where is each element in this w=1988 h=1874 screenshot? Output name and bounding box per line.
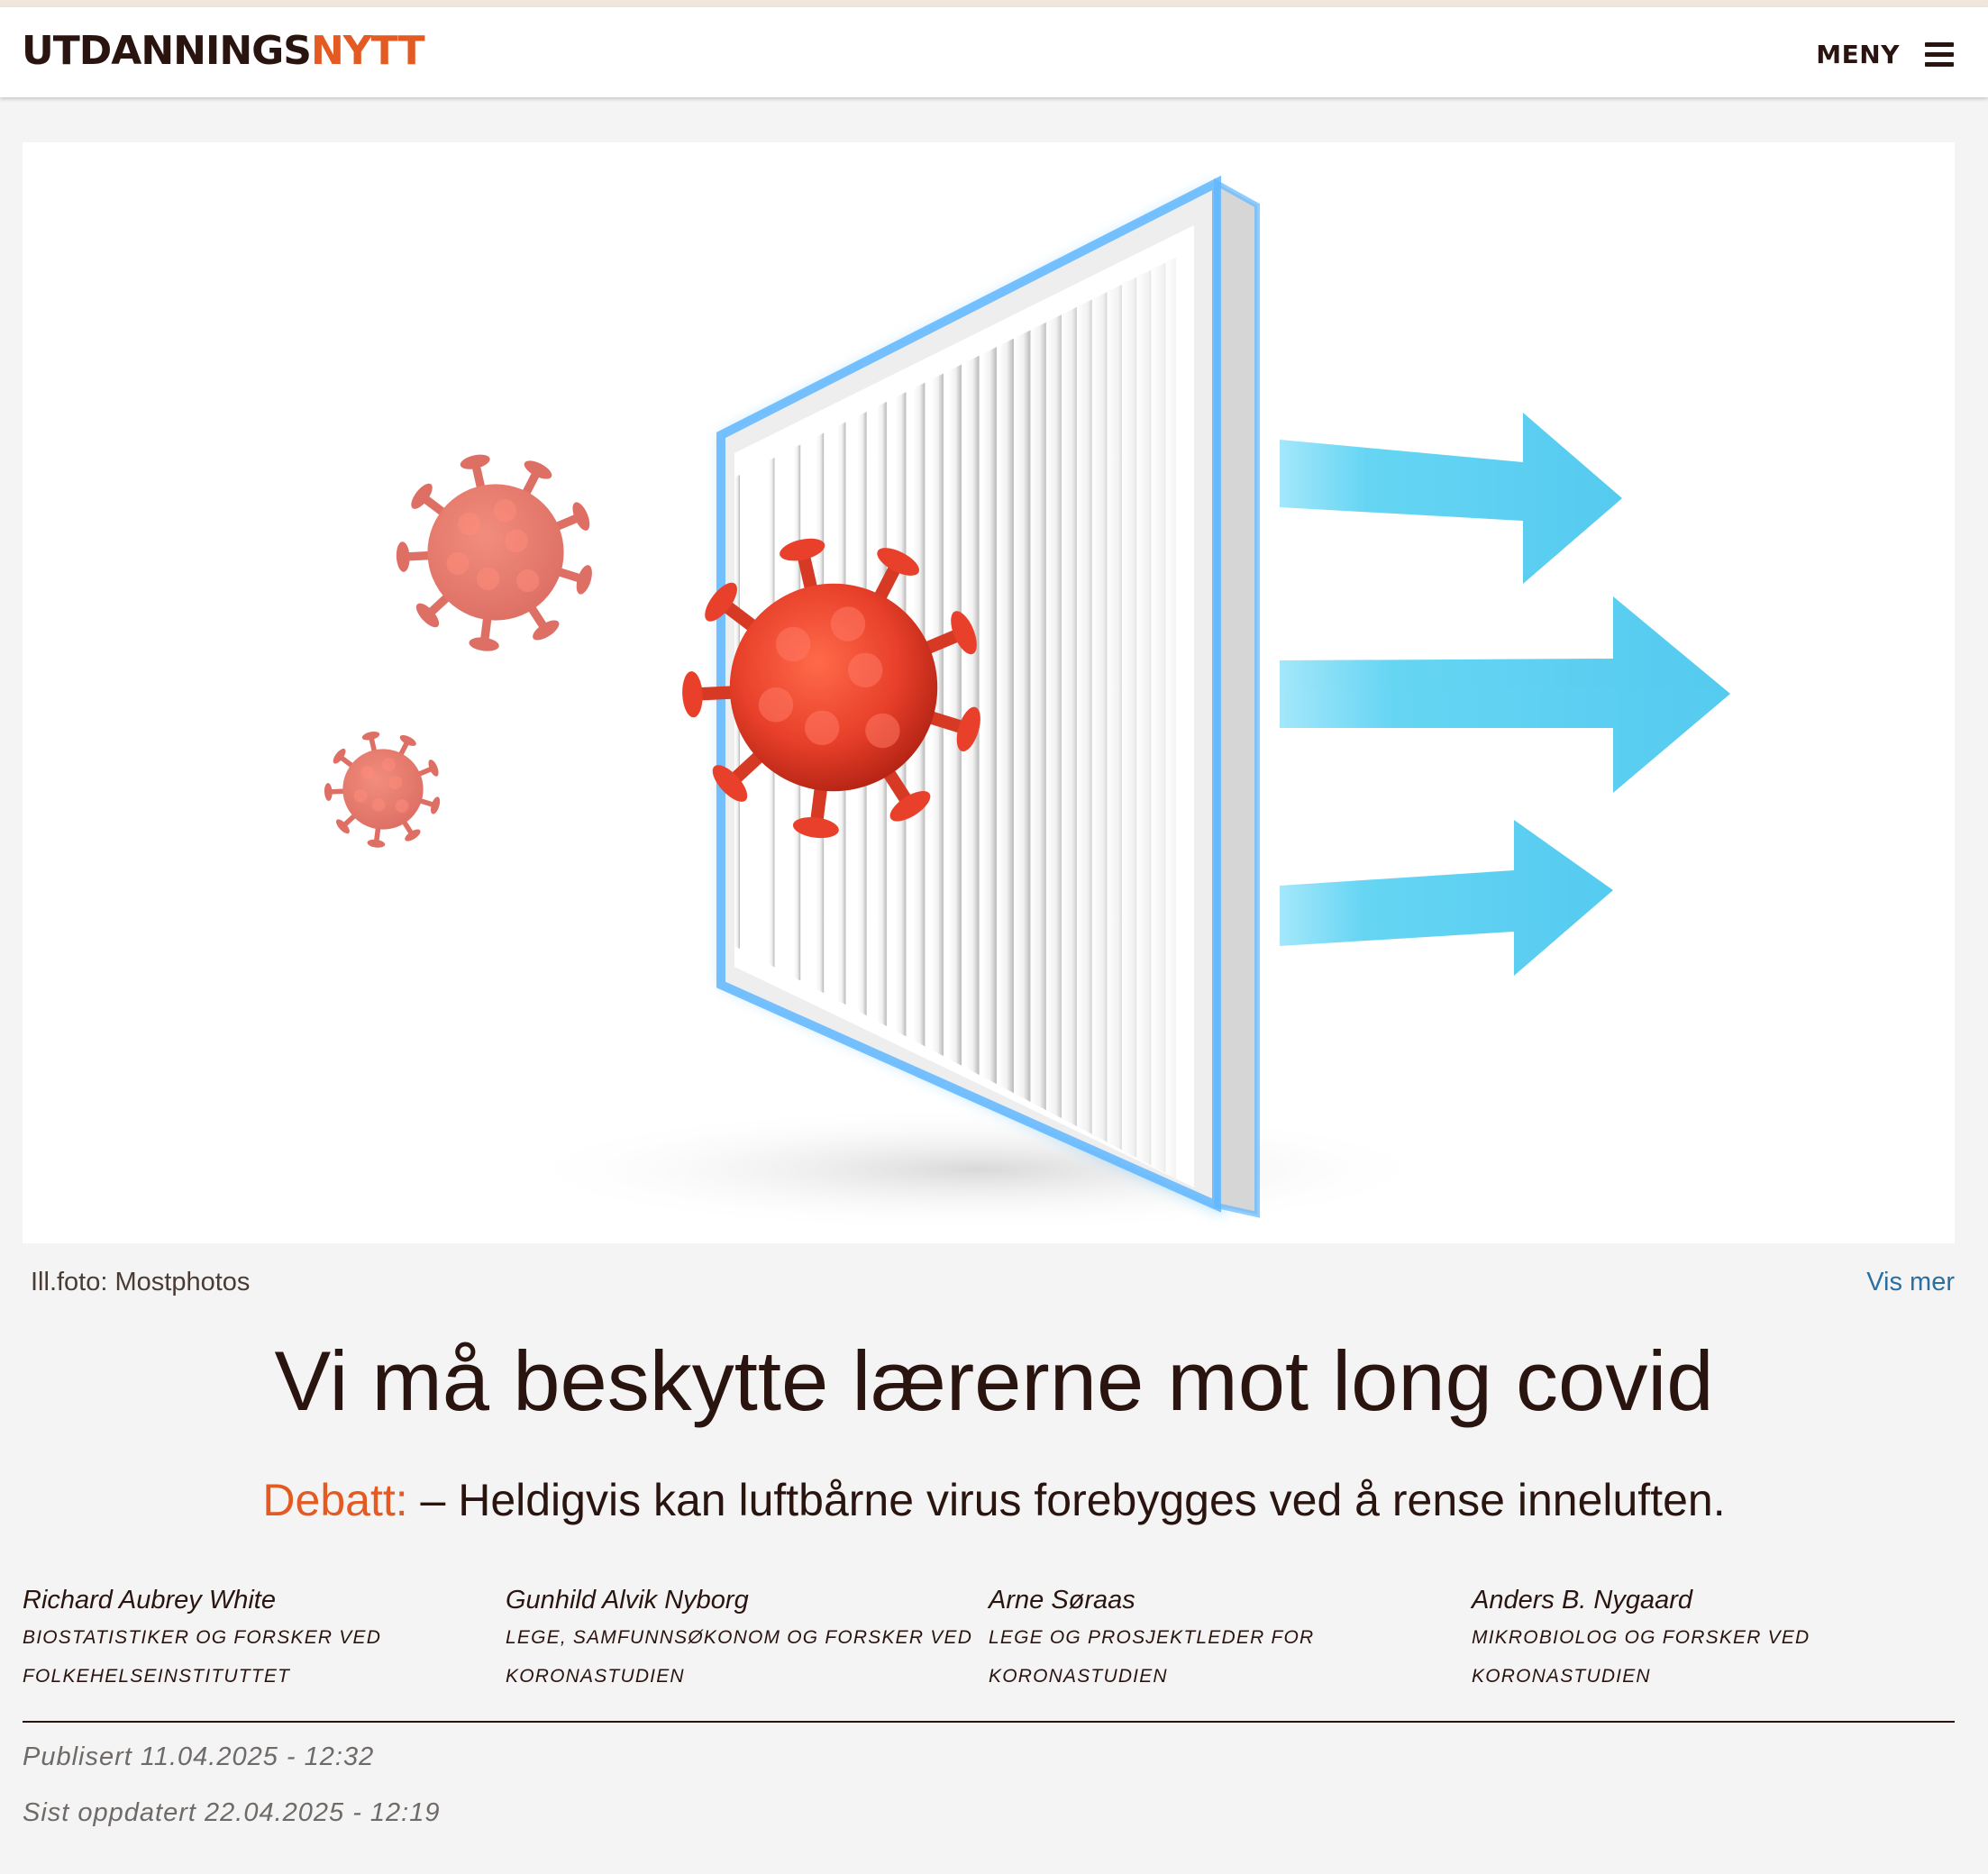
divider: [23, 1721, 1955, 1723]
author-name[interactable]: Gunhild Alvik Nyborg: [506, 1582, 974, 1618]
article-title: Vi må beskytte lærerne mot long covid: [274, 1333, 1714, 1428]
author-card: Richard Aubrey White Biostatistiker og f…: [23, 1582, 491, 1696]
author-role: Koronastudien: [506, 1666, 685, 1687]
author-name[interactable]: Arne Søraas: [989, 1582, 1457, 1618]
author-name[interactable]: Anders B. Nygaard: [1472, 1582, 1940, 1618]
author-role: Mikrobiolog og forsker ved: [1472, 1627, 1810, 1648]
author-list: Richard Aubrey White Biostatistiker og f…: [23, 1582, 1955, 1699]
author-card: Arne Søraas Lege og prosjektleder for Ko…: [989, 1582, 1457, 1696]
site-header: UTDANNINGSNYTT MENY: [0, 7, 1988, 97]
logo-part-2: NYTT: [310, 28, 425, 74]
hamburger-icon: [1925, 42, 1954, 67]
virus-air-filter-illustration: [324, 175, 1730, 1233]
logo-part-1: UTDANNINGS: [22, 28, 312, 74]
show-more-link[interactable]: Vis mer: [1866, 1268, 1955, 1297]
author-name[interactable]: Richard Aubrey White: [23, 1582, 491, 1618]
author-role: Lege og prosjektleder for: [989, 1627, 1315, 1648]
updated-date: Sist oppdatert 22.04.2025 - 12:19: [23, 1798, 441, 1827]
published-date: Publisert 11.04.2025 - 12:32: [23, 1742, 375, 1771]
author-role: Lege, samfunnsøkonom og forsker ved: [506, 1627, 973, 1648]
photo-credit: Ill.foto: Mostphotos: [31, 1268, 251, 1296]
article-lead: Debatt: – Heldigvis kan luftbårne virus …: [0, 1470, 1988, 1530]
menu-label: MENY: [1816, 39, 1900, 69]
lead-text: – Heldigvis kan luftbårne virus forebygg…: [407, 1475, 1726, 1525]
site-logo[interactable]: UTDANNINGSNYTT: [22, 28, 425, 74]
author-card: Gunhild Alvik Nyborg Lege, samfunnsøkono…: [506, 1582, 974, 1696]
top-accent-line: [0, 0, 1988, 7]
air-arrows: [1280, 413, 1730, 976]
image-caption-row: Ill.foto: Mostphotos Vis mer: [23, 1264, 1955, 1304]
author-role: Folkehelseinstituttet: [23, 1666, 291, 1687]
author-card: Anders B. Nygaard Mikrobiolog og forsker…: [1472, 1582, 1940, 1696]
author-role: Biostatistiker og forsker ved: [23, 1627, 382, 1648]
author-role: Koronastudien: [989, 1666, 1168, 1687]
lead-kicker: Debatt:: [262, 1475, 408, 1525]
menu-button[interactable]: MENY: [1816, 36, 1954, 72]
hero-image[interactable]: [23, 142, 1955, 1243]
author-role: Koronastudien: [1472, 1666, 1651, 1687]
